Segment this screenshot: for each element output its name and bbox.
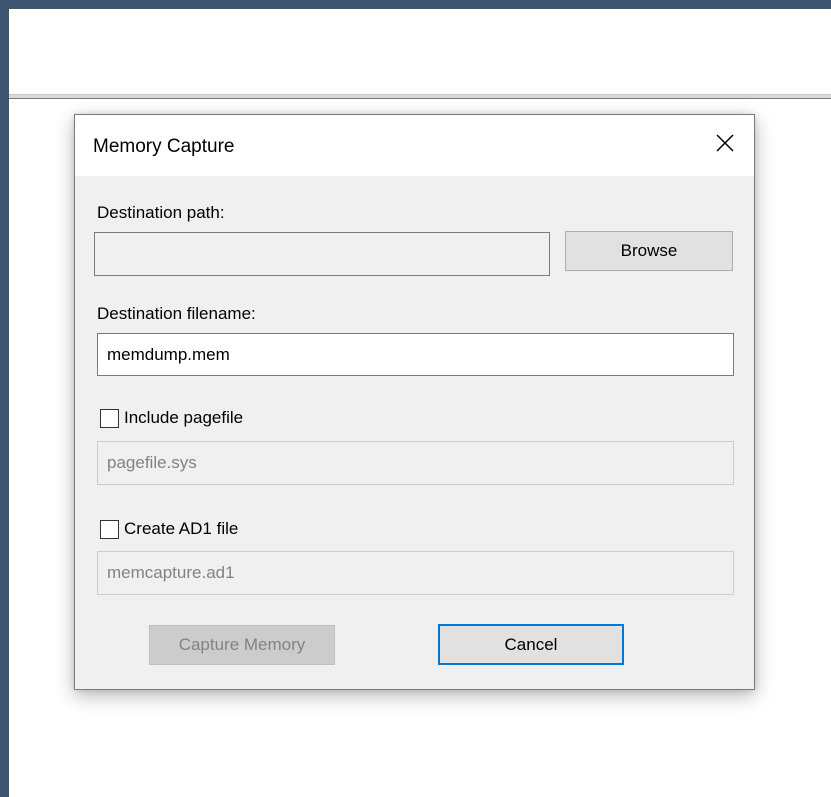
create-ad1-label: Create AD1 file <box>124 519 239 538</box>
create-ad1-checkbox[interactable]: Create AD1 file <box>100 519 238 539</box>
destination-path-label: Destination path: <box>97 203 225 222</box>
include-pagefile-label: Include pagefile <box>124 408 244 427</box>
include-pagefile-checkbox-box[interactable] <box>100 408 119 428</box>
cancel-button[interactable]: Cancel <box>438 624 624 665</box>
pagefile-input: pagefile.sys <box>97 441 734 485</box>
close-button[interactable] <box>696 115 754 176</box>
ad1-filename-input: memcapture.ad1 <box>97 551 734 595</box>
dialog-titlebar: Memory Capture <box>75 115 754 176</box>
browse-button[interactable]: Browse <box>565 231 733 271</box>
close-icon <box>716 134 734 157</box>
app-divider <box>9 94 831 99</box>
destination-path-input[interactable] <box>94 232 550 276</box>
destination-filename-label: Destination filename: <box>97 304 256 323</box>
include-pagefile-checkbox[interactable]: Include pagefile <box>100 408 243 428</box>
dialog-title: Memory Capture <box>93 136 235 157</box>
create-ad1-checkbox-box[interactable] <box>100 519 119 539</box>
capture-memory-button[interactable]: Capture Memory <box>149 625 335 665</box>
memory-capture-dialog: Memory Capture Destination path: Browse … <box>74 114 755 690</box>
destination-filename-input[interactable]: memdump.mem <box>97 333 734 376</box>
